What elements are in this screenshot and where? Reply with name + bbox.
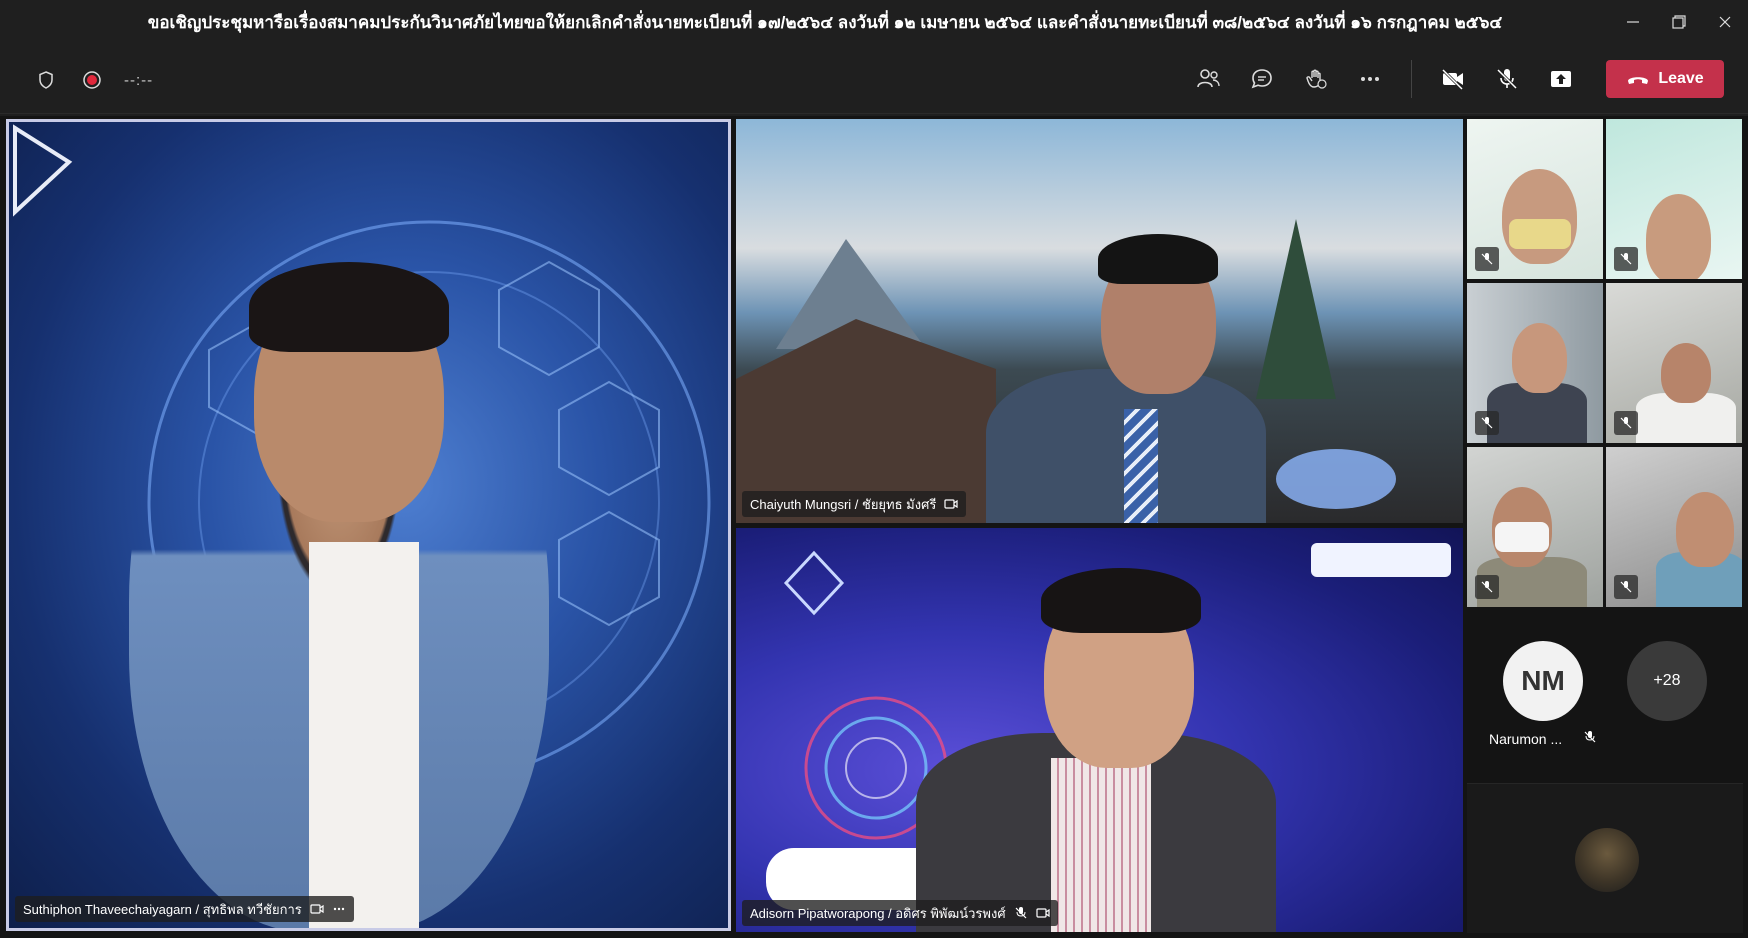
chat-icon xyxy=(1251,69,1272,89)
tile-more-icon[interactable] xyxy=(332,902,346,916)
minimize-icon xyxy=(1627,21,1639,23)
shield-icon xyxy=(39,71,53,89)
mic-off-icon xyxy=(1620,253,1632,265)
speaker-shirt xyxy=(309,542,419,928)
leave-button[interactable]: Leave xyxy=(1606,60,1724,98)
call-controls: Leave xyxy=(1181,60,1724,98)
mic-off-icon xyxy=(1620,581,1632,593)
window-controls xyxy=(1610,0,1748,44)
close-icon xyxy=(1719,16,1731,28)
mic-toggle-button[interactable] xyxy=(1480,60,1534,98)
audio-participants: NM Narumon ... +28 xyxy=(1467,621,1743,747)
chaiyuth-nameplate: Chaiyuth Mungsri / ชัยยุทธ มังศรี xyxy=(742,491,967,517)
chat-button[interactable] xyxy=(1235,60,1289,98)
thumbnail-tile-6[interactable] xyxy=(1606,447,1742,607)
chaiyuth-name: Chaiyuth Mungsri / ชัยยุทธ มังศรี xyxy=(750,496,937,512)
mic-off-icon xyxy=(1620,417,1632,429)
toolbar-divider xyxy=(1411,60,1412,98)
camera-toggle-button[interactable] xyxy=(1426,60,1480,98)
video-tile-speaker[interactable]: Suthiphon Thaveechaiyagarn / สุทธิพล ทวี… xyxy=(6,119,731,931)
meeting-toolbar: --:-- Leave xyxy=(0,44,1748,114)
thumbnail-mic-indicator xyxy=(1475,411,1499,435)
adisorn-hair xyxy=(1041,568,1201,633)
thumbnail-mic-indicator xyxy=(1614,247,1638,271)
speaker-hair xyxy=(249,262,449,352)
self-avatar xyxy=(1575,828,1639,892)
close-button[interactable] xyxy=(1702,0,1748,44)
more-actions-button[interactable] xyxy=(1343,60,1397,98)
video-stage: Suthiphon Thaveechaiyagarn / สุทธิพล ทวี… xyxy=(0,116,1748,938)
record-icon xyxy=(83,71,101,89)
chaiyuth-hair xyxy=(1098,234,1218,284)
adisorn-nameplate: Adisorn Pipatworapong / อดิศร พิพัฒน์วรพ… xyxy=(742,900,1058,926)
reactions-button[interactable] xyxy=(1289,60,1343,98)
mic-off-icon xyxy=(1496,68,1518,90)
thumbnail-person xyxy=(1512,323,1567,393)
video-tile-chaiyuth[interactable]: Chaiyuth Mungsri / ชัยยุทธ มังศรี xyxy=(736,119,1463,523)
thumbnail-tile-3[interactable] xyxy=(1467,283,1603,443)
leave-label: Leave xyxy=(1658,70,1704,87)
thumbnail-tile-4[interactable] xyxy=(1606,283,1742,443)
adisorn-shirt xyxy=(1051,758,1151,932)
shield-button[interactable] xyxy=(32,66,60,94)
speaker-nameplate: Suthiphon Thaveechaiyagarn / สุทธิพล ทวี… xyxy=(15,896,354,922)
thumbnail-mic-indicator xyxy=(1475,575,1499,599)
video-tile-adisorn[interactable]: Adisorn Pipatworapong / อดิศร พิพัฒน์วรพ… xyxy=(736,528,1463,932)
reactions-icon xyxy=(1306,69,1327,89)
thumbnail-person xyxy=(1676,492,1734,567)
mic-off-icon xyxy=(1481,253,1493,265)
meeting-timer: --:-- xyxy=(124,71,154,89)
participants-button[interactable] xyxy=(1181,60,1235,98)
thumbnail-mic-indicator xyxy=(1614,411,1638,435)
participant-avatar-name: Narumon ... xyxy=(1489,731,1563,747)
share-button[interactable] xyxy=(1534,60,1588,98)
participant-mic-indicator xyxy=(1583,730,1597,749)
thumbnail-tile-2[interactable] xyxy=(1606,119,1742,279)
recording-indicator xyxy=(78,66,106,94)
speaker-name: Suthiphon Thaveechaiyagarn / สุทธิพล ทวี… xyxy=(23,901,302,917)
thumbnail-person xyxy=(1502,169,1577,264)
thumbnail-mask xyxy=(1509,219,1571,249)
meeting-title: ขอเชิญประชุมหารือเรื่องสมาคมประกันวินาศภ… xyxy=(147,12,1503,32)
thumbnail-mic-indicator xyxy=(1614,575,1638,599)
thumbnail-mic-indicator xyxy=(1475,247,1499,271)
participants-icon xyxy=(1197,69,1220,88)
meeting-info: --:-- xyxy=(32,66,153,94)
thumbnail-tile-5[interactable] xyxy=(1467,447,1603,607)
mic-off-icon xyxy=(1481,581,1493,593)
title-bar: ขอเชิญประชุมหารือเรื่องสมาคมประกันวินาศภ… xyxy=(0,0,1748,44)
share-icon xyxy=(1551,71,1571,87)
thumbnail-person xyxy=(1661,343,1711,403)
mic-off-icon xyxy=(1584,731,1596,743)
restore-button[interactable] xyxy=(1656,0,1702,44)
spotlight-icon[interactable] xyxy=(1035,906,1050,920)
more-icon xyxy=(1361,77,1379,81)
mic-off-icon xyxy=(1015,907,1027,919)
spotlight-icon[interactable] xyxy=(310,902,324,916)
participant-avatar[interactable]: NM xyxy=(1503,641,1583,721)
restore-icon xyxy=(1672,15,1686,29)
spotlight-icon[interactable] xyxy=(944,497,958,511)
more-participants-button[interactable]: +28 xyxy=(1627,641,1707,721)
self-view-tile[interactable] xyxy=(1467,783,1743,933)
chaiyuth-tie xyxy=(1124,409,1158,523)
thumbnail-person xyxy=(1646,194,1711,279)
thumbnail-mask xyxy=(1495,522,1549,552)
thumbnail-tile-1[interactable] xyxy=(1467,119,1603,279)
minimize-button[interactable] xyxy=(1610,0,1656,44)
phone-hangup-icon xyxy=(1628,77,1649,84)
camera-off-icon xyxy=(1441,68,1464,91)
adisorn-name: Adisorn Pipatworapong / อดิศร พิพัฒน์วรพ… xyxy=(750,905,1006,921)
mic-off-icon xyxy=(1481,417,1493,429)
